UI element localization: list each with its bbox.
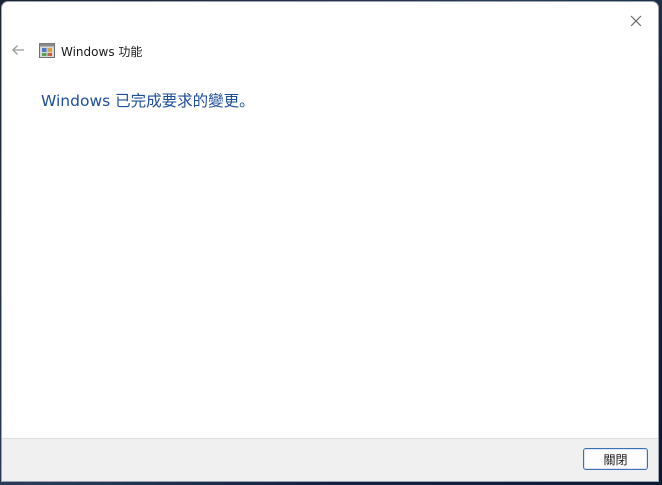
- dialog-footer: 關閉: [2, 438, 658, 481]
- close-dialog-button[interactable]: 關閉: [583, 448, 648, 470]
- dialog-window: Windows 功能 Windows 已完成要求的變更。 關閉: [1, 1, 659, 482]
- windows-features-icon: [39, 43, 55, 58]
- close-icon: [630, 15, 642, 27]
- back-button[interactable]: [8, 41, 28, 59]
- window-close-button[interactable]: [622, 8, 650, 34]
- dialog-title: Windows 功能: [61, 45, 143, 59]
- dialog-header: Windows 功能: [2, 36, 658, 64]
- completion-message: Windows 已完成要求的變更。: [41, 92, 255, 110]
- back-arrow-icon: [12, 45, 24, 55]
